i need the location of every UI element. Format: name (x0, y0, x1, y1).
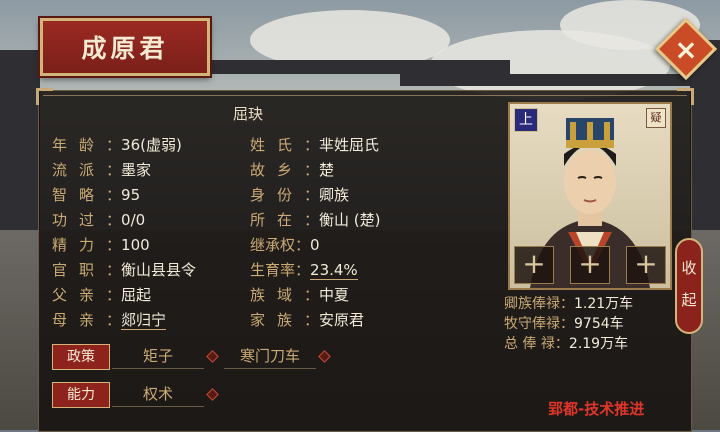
attr-fertility: 生育率：23.4% (250, 261, 358, 280)
character-portrait: 上 疑 + + + (508, 102, 672, 290)
close-icon: × (674, 32, 698, 66)
ability-item-1[interactable]: 权术 (112, 382, 204, 407)
status-notification[interactable]: 郢都-技术推进 (548, 398, 644, 419)
attr-ethnicity: 族域：中夏 (250, 286, 350, 304)
policy-label: 政策 (52, 344, 110, 370)
salary-governor: 牧守俸禄：9754车 (504, 316, 624, 332)
attr-location: 所在：衡山 (楚) (250, 211, 381, 229)
title-banner: 成原君 (40, 18, 210, 76)
character-name: 屈玦 (232, 105, 263, 123)
policy-item-2[interactable]: 寒门刀车 (224, 344, 316, 369)
attr-hometown: 故乡：楚 (250, 161, 335, 179)
salary-total: 总 俸 禄：2.19万车 (504, 336, 629, 352)
attr-mother[interactable]: 母亲：郯归宁 (52, 309, 167, 331)
collapse-button[interactable]: 收起 (675, 238, 703, 334)
salary-noble: 卿族俸禄：1.21万车 (504, 296, 634, 312)
attr-merit: 功过：0/0 (52, 211, 146, 229)
attr-school: 流派：墨家 (52, 161, 152, 179)
attr-age: 年龄：36(虚弱) (52, 136, 182, 154)
equipment-slot-3[interactable]: + (626, 246, 666, 284)
attr-status: 身份：卿族 (250, 186, 350, 204)
rank-badge: 上 (514, 108, 538, 132)
equipment-slot-2[interactable]: + (570, 246, 610, 284)
attr-energy: 精力：100 (52, 236, 150, 254)
policy-item-1[interactable]: 矩子 (112, 344, 204, 369)
attr-surname: 姓氏：芈姓屈氏 (250, 136, 380, 154)
trait-badge[interactable]: 疑 (646, 108, 666, 128)
equipment-slot-1[interactable]: + (514, 246, 554, 284)
attr-father[interactable]: 父亲：屈起 (52, 284, 151, 306)
attr-inheritance: 继承权：0 (250, 236, 320, 254)
attr-office[interactable]: 官职：衡山县县令 (52, 259, 196, 281)
attr-family[interactable]: 家族：安原君 (250, 309, 364, 331)
attr-intellect: 智略：95 (52, 186, 141, 204)
ability-label: 能力 (52, 382, 110, 408)
